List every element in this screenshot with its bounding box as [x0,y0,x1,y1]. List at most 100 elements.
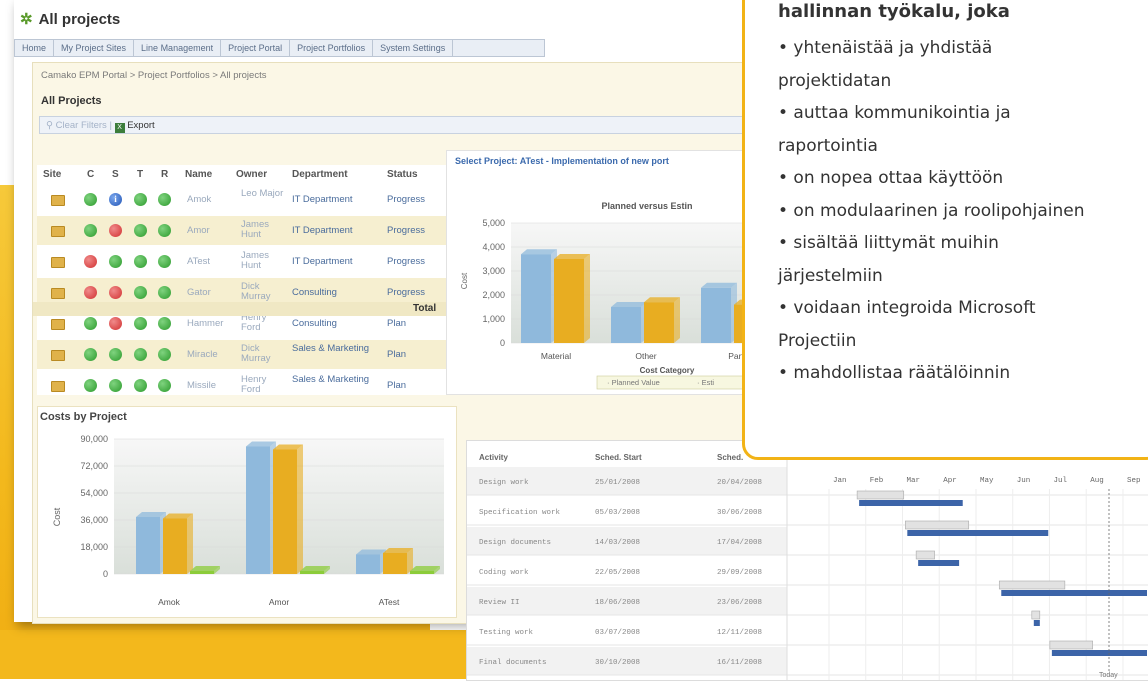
table-row[interactable]: ATest James Hunt IT Department Progress [37,247,457,276]
table-row[interactable]: i Amok Leo Major IT Department Progress [37,185,457,214]
folder-icon[interactable] [51,226,65,237]
status-green-icon [84,379,97,392]
costs-bar [163,518,187,574]
select-bar-side [674,297,680,343]
owner-name[interactable]: James Hunt [241,220,286,240]
projects-grid: Site C S T R Name Owner Department Statu… [37,165,457,395]
col-department[interactable]: Department [292,169,348,180]
gantt-start: 05/03/2008 [595,509,640,517]
info-bullet-line: raportointia [778,135,878,156]
costs-y-tick: 72,000 [80,461,108,471]
status-green-icon [84,317,97,330]
status-green-icon [109,348,122,361]
owner-name[interactable]: Henry Ford [241,375,286,395]
project-name[interactable]: Gator [187,288,247,298]
tab-home[interactable]: Home [15,40,55,56]
select-bar-top [611,302,647,307]
select-x-axis-label: Cost Category [640,366,695,375]
col-owner[interactable]: Owner [236,169,267,180]
gantt-bar [907,530,1049,536]
status-green-icon [84,193,97,206]
status-green-icon [158,224,171,237]
tab-project-portal[interactable]: Project Portal [221,40,291,56]
owner-name[interactable]: James Hunt [241,251,286,271]
status-green-icon [158,193,171,206]
table-row[interactable]: Missile Henry Ford Sales & Marketing Plan [37,371,457,400]
gantt-activity: Specification work [479,509,561,517]
select-y-tick: 4,000 [482,242,505,252]
select-x-tick: Material [541,351,571,361]
col-site[interactable]: Site [43,169,61,180]
status-green-icon [158,317,171,330]
folder-icon[interactable] [51,319,65,330]
status-green-icon [158,286,171,299]
col-s[interactable]: S [112,169,119,180]
gantt-month: Apr [943,477,957,485]
select-project-panel: Select Project: ATest - Implementation o… [446,150,778,395]
gantt-activity: Review II [479,599,520,607]
costs-bar-side [297,444,303,574]
table-row[interactable]: Miracle Dick Murray Sales & Marketing Plan [37,340,457,369]
status-red-icon [84,255,97,268]
clear-filters-button[interactable]: Clear Filters [56,120,107,131]
select-y-tick: 0 [500,338,505,348]
export-button[interactable]: Export [127,120,154,131]
info-callout-box: hallinnan työkalu, joka • yhtenäistää ja… [742,0,1148,460]
total-label: Total [413,303,437,314]
status-green-icon [84,348,97,361]
col-c[interactable]: C [87,169,94,180]
col-t[interactable]: T [137,169,143,180]
project-name[interactable]: Miracle [187,350,247,360]
folder-icon[interactable] [51,381,65,392]
tab-project-portfolios[interactable]: Project Portfolios [290,40,374,56]
status-text: Plan [387,349,407,360]
breadcrumb[interactable]: Camako EPM Portal > Project Portfolios >… [41,70,266,81]
gear-icon: ✲ [20,11,33,28]
costs-y-tick: 18,000 [80,542,108,552]
col-r[interactable]: R [161,169,168,180]
tab-my-project-sites[interactable]: My Project Sites [54,40,135,56]
department-name: Consulting [292,287,337,298]
gantt-start: 18/06/2008 [595,599,640,607]
project-name[interactable]: Missile [187,381,247,391]
status-text: Plan [387,380,407,391]
costs-chart: 90,000 72,000 54,000 36,000 18,000 0 Amok Amor A… [52,434,444,607]
col-status[interactable]: Status [387,169,418,180]
gantt-baseline-bar [1049,640,1093,650]
table-row[interactable]: Amor James Hunt IT Department Progress [37,216,457,245]
owner-name[interactable]: Leo Major [241,189,286,199]
folder-icon[interactable] [51,350,65,361]
status-green-icon [158,348,171,361]
status-green-icon [109,255,122,268]
status-green-icon [109,379,122,392]
gantt-end: 12/11/2008 [717,629,762,637]
project-name[interactable]: Hammer [187,319,247,329]
owner-name[interactable]: Dick Murray [241,282,286,302]
gantt-end: 20/04/2008 [717,479,762,487]
tab-line-management[interactable]: Line Management [134,40,222,56]
col-name[interactable]: Name [185,169,212,180]
status-green-icon [134,286,147,299]
folder-icon[interactable] [51,195,65,206]
info-bullet-line: • mahdollistaa räätälöinnin [778,363,1011,383]
folder-icon[interactable] [51,288,65,299]
status-red-icon [109,317,122,330]
gantt-baseline-bar [998,580,1066,590]
info-bullet-line: Projectiin [778,330,857,351]
owner-name[interactable]: Henry Ford [241,313,286,333]
department-name: Consulting [292,318,337,329]
owner-name[interactable]: Dick Murray [241,344,286,364]
info-bullet-line: järjestelmiin [778,265,883,286]
gantt-activity: Design documents [479,539,551,547]
project-name[interactable]: Amor [187,226,247,236]
info-bullet-line: • voidaan integroida Microsoft [778,298,1036,318]
project-name[interactable]: ATest [187,257,247,267]
status-green-icon [134,348,147,361]
nav-tabs: Home My Project Sites Line Management Pr… [14,39,545,57]
gantt-activity: Design work [479,479,529,487]
folder-icon[interactable] [51,257,65,268]
tab-system-settings[interactable]: System Settings [373,40,454,56]
status-red-icon [84,286,97,299]
project-name[interactable]: Amok [187,195,247,205]
grid-toolbar: ⚲ Clear Filters | X Export [39,116,779,134]
